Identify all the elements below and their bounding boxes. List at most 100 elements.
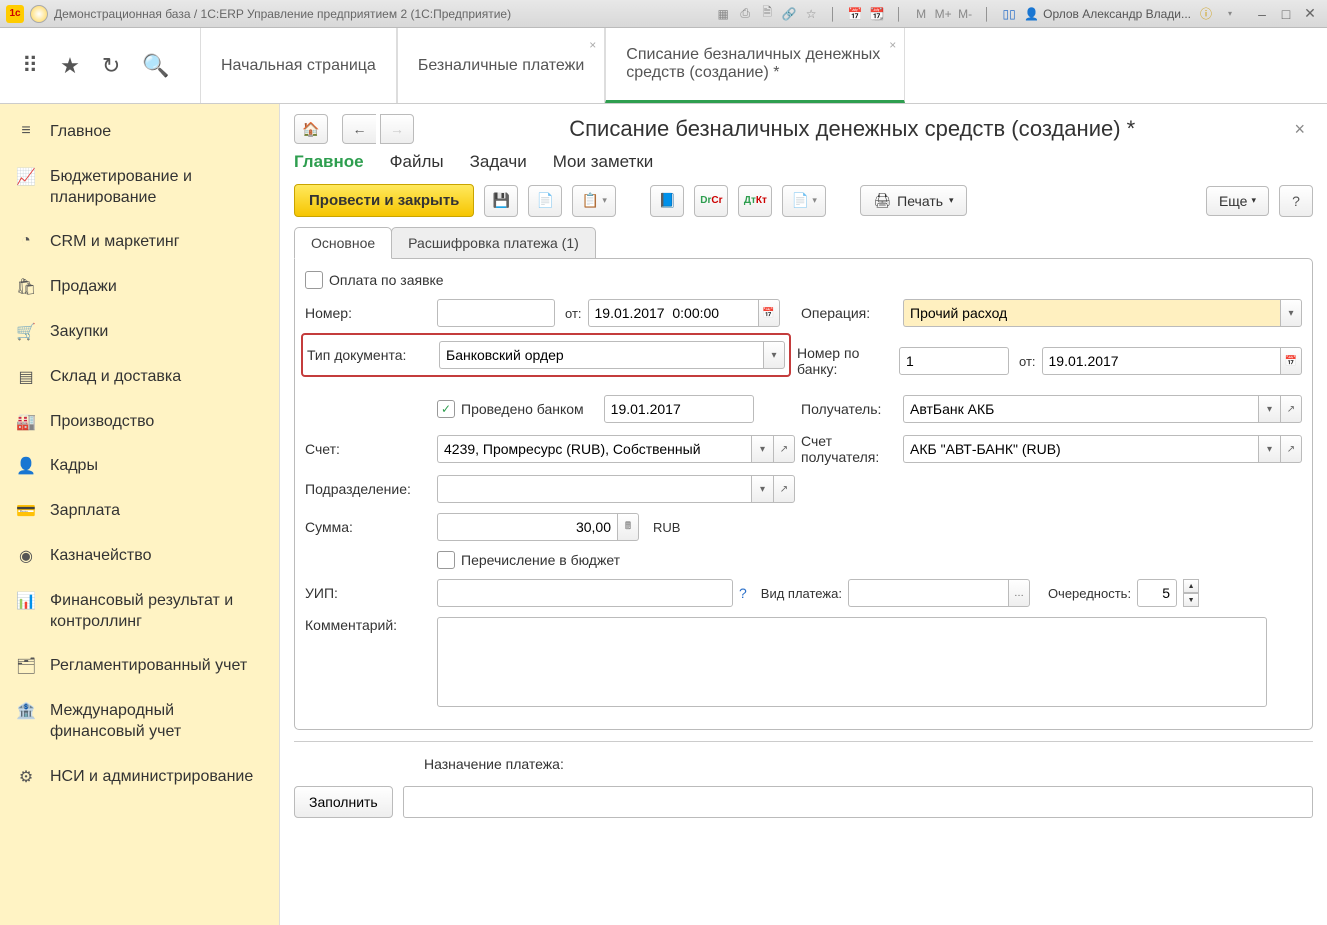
calendar-icon[interactable]: 📅: [1280, 347, 1302, 375]
sidebar-item-hr[interactable]: 👤Кадры: [0, 444, 279, 489]
dropdown-icon[interactable]: ▾: [751, 475, 773, 503]
more-button[interactable]: Еще ▾: [1206, 186, 1269, 216]
extra-button[interactable]: 📄: [782, 185, 826, 217]
division-input[interactable]: [437, 475, 751, 503]
doc-icon[interactable]: 🗎: [758, 5, 776, 23]
purpose-input[interactable]: [403, 786, 1313, 818]
favorites-icon[interactable]: ★: [60, 53, 80, 79]
link-icon[interactable]: 🔗: [780, 5, 798, 23]
help-button[interactable]: ?: [1279, 185, 1313, 217]
sidebar-item-warehouse[interactable]: ▤Склад и доставка: [0, 355, 279, 400]
panels-icon[interactable]: ▯▯: [1000, 5, 1018, 23]
open-icon[interactable]: ↗: [773, 475, 795, 503]
sidebar-item-sales[interactable]: 🛍Продажи: [0, 265, 279, 310]
content-tab-details[interactable]: Расшифровка платежа (1): [391, 227, 596, 259]
section-tab-main[interactable]: Главное: [294, 152, 364, 172]
sidebar-item-salary[interactable]: 💳Зарплата: [0, 489, 279, 534]
minimize-button[interactable]: –: [1251, 5, 1273, 23]
dtkt-button[interactable]: ДтКт: [738, 185, 772, 217]
drcr-button[interactable]: DrCr: [694, 185, 728, 217]
base-button[interactable]: 📋: [572, 185, 616, 217]
mplus-icon[interactable]: M+: [934, 5, 952, 23]
uip-input[interactable]: [437, 579, 733, 607]
recipient-input[interactable]: [903, 395, 1258, 423]
search-icon[interactable]: 🔍: [142, 53, 169, 79]
sum-input[interactable]: [437, 513, 617, 541]
post-close-button[interactable]: Провести и закрыть: [294, 184, 474, 217]
sidebar-item-budgeting[interactable]: 📈Бюджетирование и планирование: [0, 155, 279, 221]
help-icon[interactable]: ?: [739, 585, 747, 601]
comment-textarea[interactable]: [437, 617, 1267, 707]
forward-button[interactable]: →: [380, 114, 414, 144]
tab-close-icon[interactable]: ×: [889, 38, 896, 52]
section-tab-tasks[interactable]: Задачи: [470, 152, 527, 172]
sidebar-item-intl[interactable]: 🏦Международный финансовый учет: [0, 689, 279, 755]
tab-payments[interactable]: Безналичные платежи ×: [397, 28, 605, 103]
content-tab-main[interactable]: Основное: [294, 227, 392, 259]
apps-icon[interactable]: ⠿: [22, 53, 38, 79]
page-close-button[interactable]: ×: [1286, 115, 1313, 144]
sidebar-item-main[interactable]: ≡Главное: [0, 110, 279, 155]
sidebar-item-finresult[interactable]: 📊Финансовый результат и контроллинг: [0, 579, 279, 645]
calendar-icon[interactable]: 📅: [758, 299, 780, 327]
number-input[interactable]: [437, 299, 555, 327]
bank-number-input[interactable]: [899, 347, 1009, 375]
home-button[interactable]: 🏠: [294, 114, 328, 144]
open-icon[interactable]: ↗: [773, 435, 795, 463]
tab-close-icon[interactable]: ×: [589, 38, 596, 52]
star-icon[interactable]: ☆: [802, 5, 820, 23]
sidebar-item-admin[interactable]: ⚙НСИ и администрирование: [0, 755, 279, 800]
tab-start-page[interactable]: Начальная страница: [200, 28, 397, 103]
bank-date-input[interactable]: [1042, 347, 1280, 375]
calc-icon[interactable]: 📅: [846, 5, 864, 23]
m-icon[interactable]: M: [912, 5, 930, 23]
print-icon[interactable]: ⎙: [736, 5, 754, 23]
to-budget-checkbox[interactable]: [437, 551, 455, 569]
history-icon[interactable]: ↻: [102, 53, 120, 79]
pay-by-request-checkbox[interactable]: [305, 271, 323, 289]
info-icon[interactable]: ⓘ: [1197, 5, 1215, 23]
info-dd-icon[interactable]: ▾: [1221, 5, 1239, 23]
priority-input[interactable]: [1137, 579, 1177, 607]
sidebar-item-purchases[interactable]: 🛒Закупки: [0, 310, 279, 355]
report-button[interactable]: 📘: [650, 185, 684, 217]
doctype-input[interactable]: [439, 341, 763, 369]
bank-processed-date-input[interactable]: [604, 395, 754, 423]
dropdown-icon[interactable]: ▾: [1258, 395, 1280, 423]
back-button[interactable]: ←: [342, 114, 376, 144]
recipient-account-input[interactable]: [903, 435, 1258, 463]
dropdown-icon[interactable]: ▾: [1280, 299, 1302, 327]
calculator-icon[interactable]: 🖩: [617, 513, 639, 541]
section-tab-files[interactable]: Файлы: [390, 152, 444, 172]
maximize-button[interactable]: □: [1275, 5, 1297, 23]
save-button[interactable]: 💾: [484, 185, 518, 217]
operation-input[interactable]: [903, 299, 1280, 327]
print-button[interactable]: 🖨 Печать ▾: [860, 185, 966, 216]
post-button[interactable]: 📄: [528, 185, 562, 217]
user-indicator[interactable]: 👤 Орлов Александр Влади...: [1024, 7, 1191, 21]
tab-writeoff[interactable]: Списание безналичных денежных средств (с…: [605, 28, 905, 103]
app-menu-button[interactable]: [30, 5, 48, 23]
calendar-icon[interactable]: 📆: [868, 5, 886, 23]
spinner-down-icon[interactable]: ▼: [1183, 593, 1199, 607]
dropdown-icon[interactable]: ▾: [751, 435, 773, 463]
open-icon[interactable]: ↗: [1280, 395, 1302, 423]
date-input[interactable]: [588, 299, 758, 327]
account-input[interactable]: [437, 435, 751, 463]
sidebar-item-treasury[interactable]: ◉Казначейство: [0, 534, 279, 579]
toolbox-icon[interactable]: ▦: [714, 5, 732, 23]
dropdown-icon[interactable]: ▾: [763, 341, 785, 369]
open-icon[interactable]: ↗: [1280, 435, 1302, 463]
bank-processed-checkbox[interactable]: ✓: [437, 400, 455, 418]
dropdown-icon[interactable]: ▾: [1258, 435, 1280, 463]
sidebar-item-regulated[interactable]: 🗂Регламентированный учет: [0, 644, 279, 689]
pay-kind-input[interactable]: [848, 579, 1008, 607]
close-button[interactable]: ✕: [1299, 5, 1321, 23]
sidebar-item-crm[interactable]: ◔CRM и маркетинг: [0, 220, 279, 265]
sidebar-item-production[interactable]: 🏭Производство: [0, 400, 279, 445]
section-tab-notes[interactable]: Мои заметки: [553, 152, 654, 172]
select-icon[interactable]: …: [1008, 579, 1030, 607]
fill-button[interactable]: Заполнить: [294, 786, 393, 818]
mminus-icon[interactable]: M-: [956, 5, 974, 23]
spinner-up-icon[interactable]: ▲: [1183, 579, 1199, 593]
